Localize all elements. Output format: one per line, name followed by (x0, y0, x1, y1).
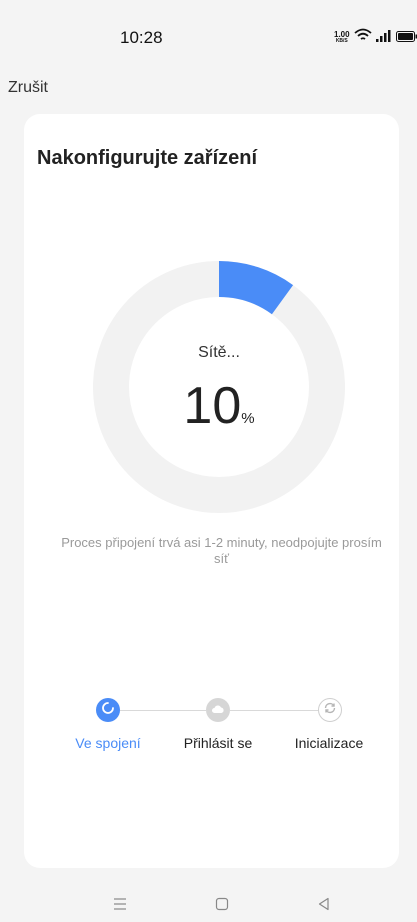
battery-icon (395, 29, 417, 47)
spinner-icon (101, 701, 115, 720)
wifi-icon (353, 28, 372, 47)
status-icons: 1.00 KB/S (334, 28, 417, 47)
system-nav-bar (0, 884, 417, 922)
back-button[interactable] (312, 894, 336, 918)
page-title: Nakonfigurujte zařízení (37, 147, 258, 169)
step-label-initialization: Inicializace (294, 735, 364, 751)
back-icon (316, 896, 332, 917)
refresh-icon (323, 701, 337, 720)
net-speed-value: 1.00 (334, 29, 350, 39)
step-label-login: Přihlásit se (183, 735, 253, 751)
signal-icon (375, 29, 392, 47)
step-indicator: Ve spojení Přihlásit se Inicializace (24, 698, 399, 758)
home-button[interactable] (210, 894, 234, 918)
progress-number: 10 (183, 377, 242, 435)
step-dot-login (206, 698, 230, 722)
step-label-connecting: Ve spojení (75, 735, 141, 751)
step-dot-initialization (318, 698, 342, 722)
progress-unit: % (241, 410, 255, 427)
step-connector (120, 710, 206, 711)
status-time: 10:28 (120, 28, 163, 47)
home-icon (214, 896, 230, 917)
connection-hint: Proces připojení trvá asi 1-2 minuty, ne… (61, 535, 382, 566)
progress-status-label: Sítě... (198, 344, 240, 361)
configure-card: Nakonfigurujte zařízení Sítě... 10% Proc… (24, 114, 399, 868)
net-speed: 1.00 KB/S (334, 29, 350, 45)
step-connector (230, 710, 318, 711)
cloud-icon (211, 701, 225, 719)
cancel-button[interactable]: Zrušit (8, 79, 48, 97)
menu-icon (112, 897, 128, 916)
menu-button[interactable] (108, 894, 132, 918)
status-bar: 10:28 1.00 KB/S (0, 0, 417, 52)
step-dot-connecting (96, 698, 120, 722)
net-speed-unit: KB/S (335, 37, 348, 44)
progress-value: 10% (93, 376, 345, 436)
